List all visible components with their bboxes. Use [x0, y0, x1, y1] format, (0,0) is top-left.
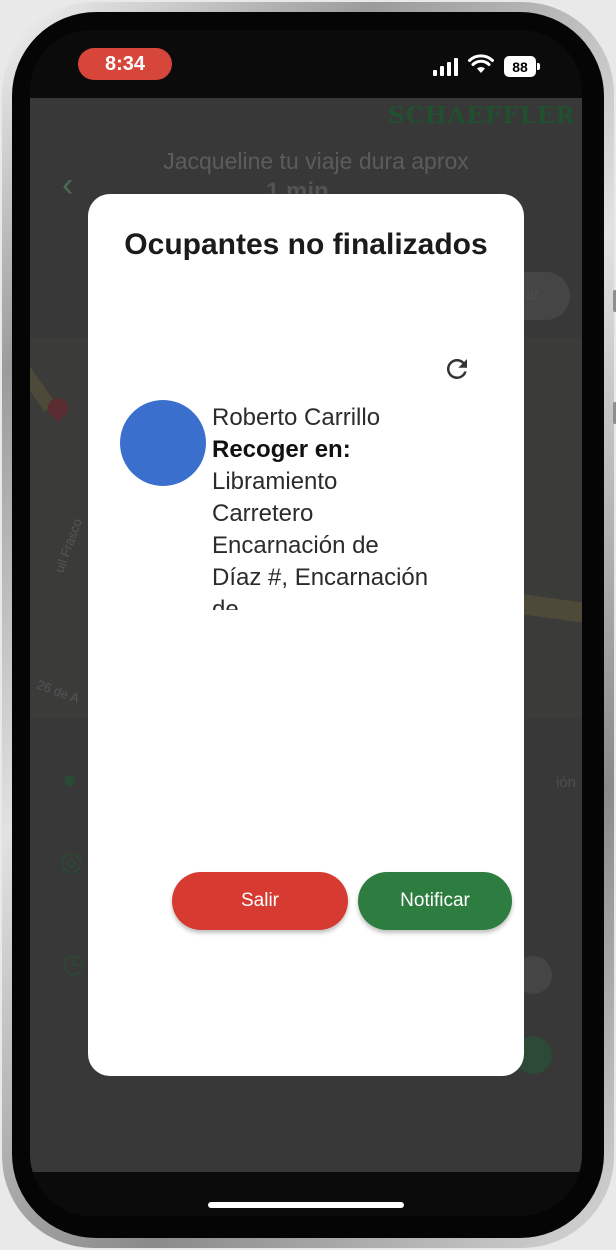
home-indicator[interactable]: [208, 1202, 404, 1208]
map-street-label: uil Frasco: [51, 516, 85, 575]
trip-duration-text: Jacqueline tu viaje dura aprox: [163, 148, 469, 174]
target-icon: ◎: [60, 846, 83, 876]
occupant-name: Roberto Carrillo: [212, 404, 381, 431]
status-time: 8:34: [78, 48, 172, 80]
clock-icon: ◷: [62, 948, 85, 978]
brand-logo: SCHAEFFLER: [388, 102, 576, 129]
exit-button[interactable]: Salir: [172, 872, 348, 930]
avatar: [120, 400, 206, 486]
screen: 8:34 88 SCHAEFFLER ‹ Jacqueline tu viaje…: [30, 30, 582, 1216]
dialog-title: Ocupantes no finalizados: [124, 228, 488, 261]
refresh-icon[interactable]: [442, 354, 472, 384]
notify-button[interactable]: Notificar: [358, 872, 512, 930]
location-pin-icon: ●: [62, 764, 78, 794]
wifi-icon: [468, 54, 494, 73]
back-arrow-icon[interactable]: ‹: [62, 166, 73, 205]
pickup-address: Libramiento Carretero Encarnación de Día…: [212, 468, 429, 610]
side-label: ión: [556, 774, 577, 791]
chip-label: ar: [526, 286, 540, 303]
pickup-label: Recoger en:: [212, 436, 351, 463]
unfinished-occupants-dialog: Ocupantes no finalizados Roberto Carrill…: [88, 194, 524, 1076]
status-bar: 8:34 88: [30, 30, 582, 98]
map-street-label: 26 de A: [34, 676, 82, 707]
battery-indicator: 88: [504, 56, 540, 77]
occupant-details: Roberto Carrillo Recoger en: Libramiento…: [212, 402, 432, 610]
cellular-signal-icon: [433, 58, 458, 76]
occupant-list-item[interactable]: Roberto Carrillo Recoger en: Libramiento…: [120, 400, 500, 610]
home-bar-area: [30, 1172, 582, 1216]
